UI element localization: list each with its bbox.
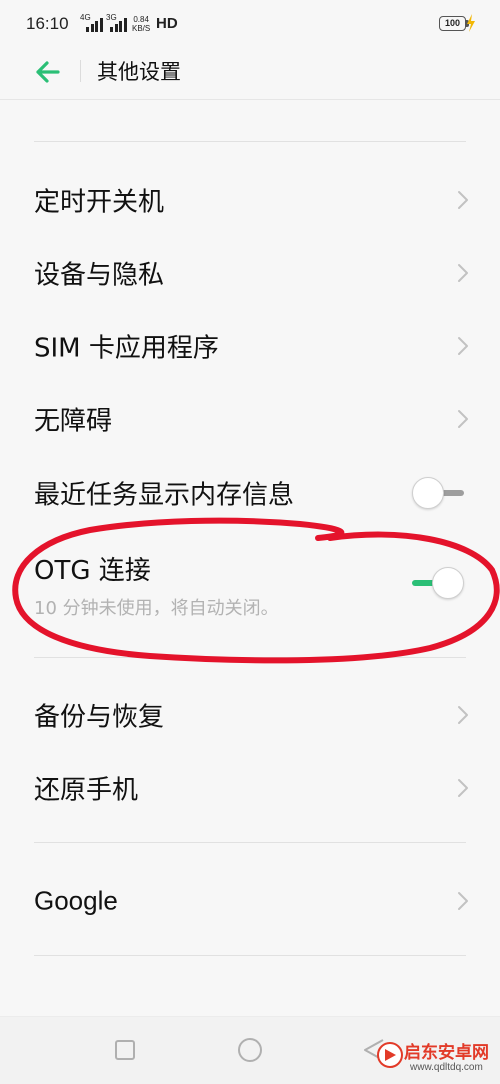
page-title: 其他设置 (97, 60, 181, 84)
watermark: 启东安卓网 www.qdltdq.com (376, 1034, 494, 1080)
recent-tasks-memory-toggle[interactable] (412, 476, 466, 510)
toggle-knob (412, 477, 444, 509)
setting-label: 无障碍 (34, 406, 113, 437)
watermark-name: 启东安卓网 (404, 1043, 489, 1063)
network-speed-unit: KB/S (132, 24, 151, 33)
circle-icon[interactable] (237, 1037, 263, 1063)
otg-title: OTG 连接 (34, 556, 151, 586)
setting-label: SIM 卡应用程序 (34, 333, 219, 364)
chevron-right-icon (458, 779, 468, 797)
section-divider (34, 141, 466, 142)
arrow-left-icon[interactable] (34, 58, 62, 86)
battery-level: 100 (444, 18, 461, 28)
setting-accessibility[interactable]: 无障碍 (0, 382, 500, 456)
signal-sim2-icon: 3G (106, 14, 132, 32)
setting-backup-restore[interactable]: 备份与恢复 (0, 678, 500, 752)
setting-label: 还原手机 (34, 775, 139, 806)
chevron-right-icon (458, 410, 468, 428)
watermark-logo-icon (377, 1042, 403, 1068)
square-icon[interactable] (114, 1039, 136, 1061)
chevron-right-icon (458, 706, 468, 724)
otg-subtitle: 10 分钟未使用，将自动关闭。 (34, 598, 279, 619)
network-speed-value: 0.84 (133, 15, 149, 24)
watermark-url: www.qdltdq.com (410, 1062, 483, 1073)
setting-recent-tasks-memory[interactable]: 最近任务显示内存信息 (0, 456, 500, 530)
section-divider (34, 842, 466, 843)
chevron-right-icon (458, 337, 468, 355)
hd-indicator: HD (156, 15, 178, 32)
setting-label: 设备与隐私 (34, 260, 165, 291)
status-bar: 16:10 4G 3G 0.84 KB/S HD 100 (0, 0, 500, 48)
setting-google[interactable]: Google (0, 864, 500, 938)
settings-screen: 16:10 4G 3G 0.84 KB/S HD 100 其他设置 定时开关机 … (0, 0, 500, 1084)
setting-timed-power[interactable]: 定时开关机 (0, 163, 500, 237)
setting-reset-phone[interactable]: 还原手机 (0, 751, 500, 825)
network-speed: 0.84 KB/S (132, 15, 150, 33)
system-nav-bar: 启东安卓网 www.qdltdq.com (0, 1016, 500, 1084)
title-bar: 其他设置 (0, 48, 500, 100)
section-divider (34, 657, 466, 658)
status-time: 16:10 (26, 14, 69, 33)
charging-icon (467, 14, 475, 32)
setting-sim-apps[interactable]: SIM 卡应用程序 (0, 309, 500, 383)
chevron-right-icon (458, 191, 468, 209)
setting-label: 最近任务显示内存信息 (34, 480, 295, 511)
chevron-right-icon (458, 264, 468, 282)
signal-sim1-icon: 4G (80, 14, 106, 32)
section-divider (34, 955, 466, 956)
title-separator (80, 60, 81, 82)
battery-icon: 100 (439, 16, 466, 31)
setting-label: 备份与恢复 (34, 702, 165, 733)
chevron-right-icon (458, 892, 468, 910)
setting-device-privacy[interactable]: 设备与隐私 (0, 236, 500, 310)
otg-toggle[interactable] (412, 566, 466, 600)
setting-label: 定时开关机 (34, 187, 165, 218)
setting-label: Google (34, 885, 118, 916)
toggle-knob (432, 567, 464, 599)
